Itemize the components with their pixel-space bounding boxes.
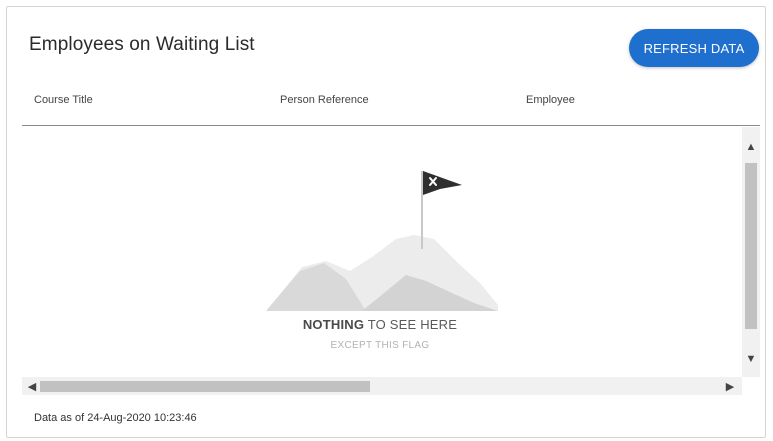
data-timestamp: Data as of 24-Aug-2020 10:23:46 [34,412,197,424]
horizontal-scrollbar[interactable]: ◀ ▶ [22,377,742,395]
table-header: Course Title Person Reference Employee [22,90,760,126]
empty-state-title: NOTHING TO SEE HERE [22,317,738,332]
column-header-employee[interactable]: Employee [526,94,575,106]
empty-state-subtitle: EXCEPT THIS FLAG [330,340,430,351]
empty-state-title-bold: NOTHING [302,317,365,332]
vertical-scrollbar[interactable]: ▲ ▼ [742,127,760,377]
scroll-up-icon[interactable]: ▲ [742,137,760,157]
panel-title: Employees on Waiting List [29,34,255,55]
horizontal-scroll-thumb[interactable] [40,381,370,392]
scroll-right-icon[interactable]: ▶ [720,377,740,395]
table-body: NOTHING TO SEE HERE EXCEPT THIS FLAG ▲ ▼… [22,127,760,395]
column-header-course-title[interactable]: Course Title [34,94,93,106]
refresh-data-button[interactable]: REFRESH DATA [629,29,759,67]
scroll-left-icon[interactable]: ◀ [22,377,42,395]
vertical-scroll-thumb[interactable] [745,163,757,329]
column-header-person-reference[interactable]: Person Reference [280,94,369,106]
scroll-down-icon[interactable]: ▼ [742,349,760,369]
flag-on-mountain-icon [266,171,498,311]
empty-state-title-rest: TO SEE HERE [364,317,458,332]
